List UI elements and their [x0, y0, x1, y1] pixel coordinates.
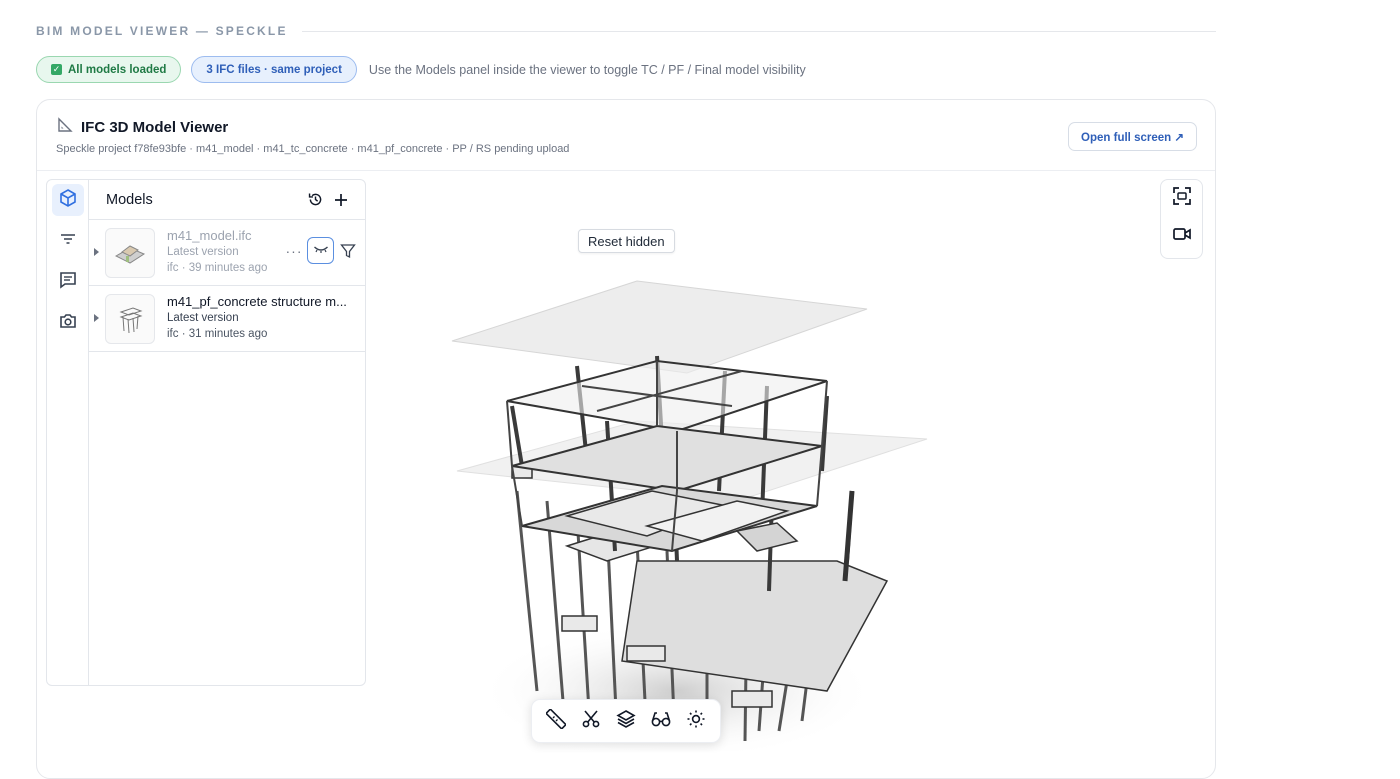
section-divider [301, 30, 1216, 32]
rail-models-button[interactable] [52, 184, 84, 216]
video-camera-icon [1172, 224, 1192, 249]
model-row-text: m41_pf_concrete structure m... Latest ve… [167, 294, 357, 342]
more-options-icon[interactable]: ··· [285, 243, 303, 259]
glasses-icon [650, 709, 672, 734]
eye-closed-icon [313, 242, 329, 260]
status-row: ✓ All models loaded 3 IFC files · same p… [36, 56, 806, 83]
right-toolbar [1160, 179, 1203, 259]
checkbox-check-icon: ✓ [51, 64, 62, 75]
ruler-triangle-icon [57, 117, 73, 137]
card-title-text: IFC 3D Model Viewer [81, 118, 229, 136]
expand-caret-icon[interactable] [94, 248, 99, 256]
sun-icon [686, 709, 706, 734]
explode-button[interactable] [613, 708, 639, 734]
lighting-button[interactable] [683, 708, 709, 734]
view-modes-button[interactable] [648, 708, 674, 734]
ifc-files-badge: 3 IFC files · same project [191, 56, 357, 83]
model-name: m41_pf_concrete structure m... [167, 294, 347, 309]
viewer-canvas[interactable]: Models m41_model.ifc Latest version ifc … [37, 171, 1215, 753]
models-list-area: Models m41_model.ifc Latest version ifc … [89, 180, 365, 685]
cube-icon [58, 188, 78, 213]
models-loaded-badge: ✓ All models loaded [36, 56, 182, 83]
filter-funnel-icon[interactable] [338, 241, 358, 261]
section-title: BIM MODEL VIEWER — SPECKLE [36, 24, 288, 38]
scissors-icon [581, 709, 601, 734]
rail-snapshots-button[interactable] [52, 307, 84, 339]
card-header: IFC 3D Model Viewer Speckle project f78f… [37, 100, 1215, 171]
model-row-m41-pf-concrete[interactable]: m41_pf_concrete structure m... Latest ve… [89, 286, 365, 352]
camera-icon [58, 311, 78, 336]
rail-comments-button[interactable] [52, 266, 84, 298]
expand-caret-icon[interactable] [94, 314, 99, 322]
building-model-render[interactable] [407, 261, 967, 751]
frame-icon [1172, 186, 1192, 211]
card-title: IFC 3D Model Viewer [57, 117, 228, 137]
history-icon[interactable] [305, 190, 325, 210]
comment-icon [58, 270, 78, 295]
bottom-toolbar [531, 699, 721, 743]
rail-filters-button[interactable] [52, 225, 84, 257]
model-meta: ifc · 31 minutes ago [167, 328, 268, 340]
viewer-hint: Use the Models panel inside the viewer t… [368, 62, 806, 77]
model-thumbnail [105, 294, 155, 344]
models-panel: Models m41_model.ifc Latest version ifc … [46, 179, 366, 686]
card-subtitle: Speckle project f78fe93bfe · m41_model ·… [56, 143, 570, 155]
camera-view-button[interactable] [1170, 224, 1194, 248]
model-row-m41-model[interactable]: m41_model.ifc Latest version ifc · 39 mi… [89, 220, 365, 286]
model-row-actions: ··· [285, 237, 358, 264]
models-panel-header: Models [89, 180, 365, 220]
plus-icon[interactable] [331, 190, 351, 210]
viewer-card: IFC 3D Model Viewer Speckle project f78f… [36, 99, 1216, 779]
reset-hidden-button[interactable]: Reset hidden [578, 229, 675, 253]
layers-icon [616, 709, 636, 734]
open-full-screen-button[interactable]: Open full screen ↗ [1068, 122, 1197, 151]
model-thumbnail [105, 228, 155, 278]
visibility-toggle-button[interactable] [307, 237, 334, 264]
ruler-icon [545, 708, 566, 734]
panel-rail [47, 180, 89, 685]
section-header: BIM MODEL VIEWER — SPECKLE [36, 22, 1216, 40]
models-loaded-label: All models loaded [68, 63, 167, 76]
section-cut-button[interactable] [578, 708, 604, 734]
filter-lines-icon [58, 229, 78, 254]
measure-button[interactable] [543, 708, 569, 734]
zoom-extents-button[interactable] [1170, 186, 1194, 210]
models-panel-title: Models [106, 191, 153, 208]
model-version: Latest version [167, 312, 239, 324]
